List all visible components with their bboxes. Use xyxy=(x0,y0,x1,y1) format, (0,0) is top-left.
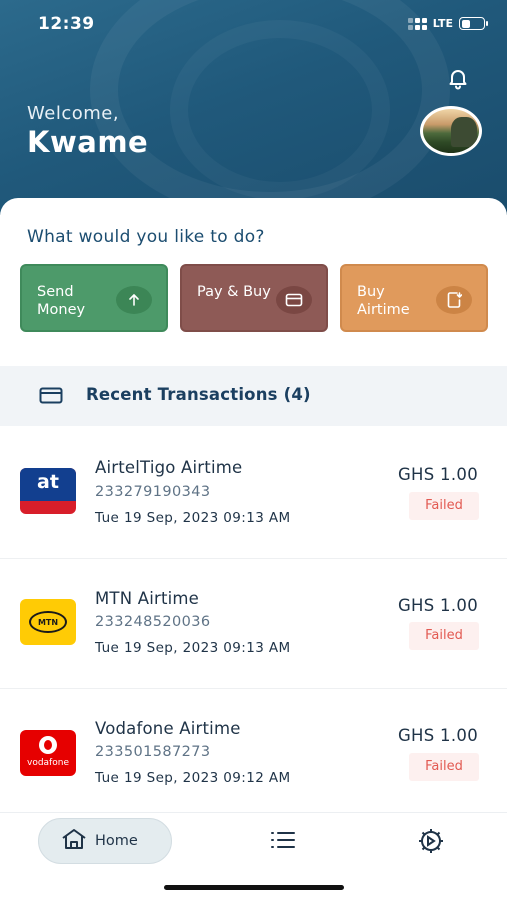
nav-home-label: Home xyxy=(95,833,138,849)
transaction-amount: GHS 1.00 xyxy=(397,726,478,745)
transaction-item[interactable] xyxy=(0,428,507,548)
transaction-number: 233248520036 xyxy=(95,614,211,630)
transaction-amount: GHS 1.00 xyxy=(397,596,478,615)
arrow-up-icon xyxy=(116,286,152,314)
airtime-icon xyxy=(436,286,472,314)
mtn-logo: MTN xyxy=(20,599,76,645)
welcome-text: Welcome, xyxy=(27,103,120,124)
transaction-name: AirtelTigo Airtime xyxy=(95,458,243,477)
pay-buy-button[interactable]: Pay & Buy xyxy=(180,264,328,332)
pay-buy-label: Pay & Buy xyxy=(197,284,271,300)
signal-icon xyxy=(407,17,427,30)
status-bar: 12:39 LTE xyxy=(0,0,507,50)
transaction-item[interactable] xyxy=(0,560,507,680)
transaction-name: Vodafone Airtime xyxy=(95,719,241,738)
recent-transactions-title: Recent Transactions (4) xyxy=(86,385,311,404)
send-money-label: Send Money xyxy=(37,284,86,318)
status-badge: Failed xyxy=(409,492,479,520)
transaction-amount: GHS 1.00 xyxy=(397,465,478,484)
transaction-number: 233501587273 xyxy=(95,744,211,760)
send-money-button[interactable]: Send Money xyxy=(20,264,168,332)
buy-airtime-button[interactable]: Buy Airtime xyxy=(340,264,488,332)
transaction-name: MTN Airtime xyxy=(95,589,200,608)
list-icon[interactable] xyxy=(269,829,297,851)
divider xyxy=(0,688,507,689)
actions-prompt: What would you like to do? xyxy=(27,227,265,247)
nav-home-button[interactable]: Home xyxy=(38,818,172,864)
card-icon xyxy=(39,387,63,404)
user-name: Kwame xyxy=(27,125,149,159)
transaction-date: Tue 19 Sep, 2023 09:12 AM xyxy=(95,770,291,786)
home-indicator xyxy=(164,885,344,890)
status-badge: Failed xyxy=(409,622,479,650)
settings-icon[interactable] xyxy=(416,826,446,856)
transaction-date: Tue 19 Sep, 2023 09:13 AM xyxy=(95,510,291,526)
vodafone-logo: vodafone xyxy=(20,730,76,776)
network-label: LTE xyxy=(432,17,453,30)
battery-icon xyxy=(459,17,488,30)
status-indicators: LTE xyxy=(407,17,488,30)
transaction-date: Tue 19 Sep, 2023 09:13 AM xyxy=(95,640,291,656)
card-icon xyxy=(276,286,312,314)
status-badge: Failed xyxy=(409,753,479,781)
buy-airtime-label: Buy Airtime xyxy=(357,284,410,318)
transaction-number: 233279190343 xyxy=(95,484,211,500)
bell-icon[interactable] xyxy=(446,66,470,90)
status-time: 12:39 xyxy=(38,14,95,34)
airteltigo-logo: at xyxy=(20,468,76,514)
divider xyxy=(0,558,507,559)
transaction-item[interactable] xyxy=(0,690,507,810)
home-icon xyxy=(61,828,87,854)
avatar[interactable] xyxy=(420,106,482,156)
